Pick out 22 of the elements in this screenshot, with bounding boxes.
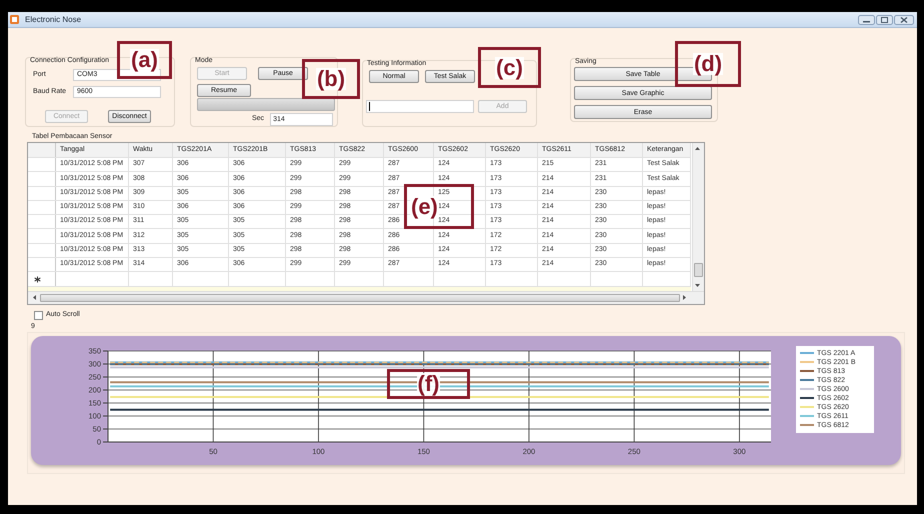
maximize-icon[interactable] <box>876 14 893 24</box>
scroll-left-icon[interactable] <box>32 295 37 300</box>
annotation-label: (c) <box>495 56 524 78</box>
auto-scroll-checkbox[interactable] <box>34 310 43 320</box>
horizontal-scrollbar[interactable] <box>28 291 704 304</box>
corner-header <box>28 143 56 157</box>
scroll-up-icon[interactable] <box>695 146 700 151</box>
scroll-right-icon[interactable] <box>682 295 687 300</box>
window-title: Electronic Nose <box>25 14 82 26</box>
vertical-scrollbar[interactable] <box>692 143 704 292</box>
annotation-label: (d) <box>692 53 724 75</box>
annotation-label: (a) <box>130 49 159 71</box>
new-row-icon <box>34 276 41 283</box>
annotation-label: (b) <box>316 68 346 90</box>
app-icon <box>10 15 19 24</box>
scroll-down-icon[interactable] <box>695 283 700 288</box>
annotation-label: (f) <box>416 373 440 395</box>
scroll-thumb[interactable] <box>40 294 680 302</box>
scroll-thumb[interactable] <box>694 263 703 277</box>
close-icon[interactable] <box>894 14 914 24</box>
minimize-icon[interactable] <box>858 14 875 24</box>
input-field[interactable] <box>366 100 474 113</box>
